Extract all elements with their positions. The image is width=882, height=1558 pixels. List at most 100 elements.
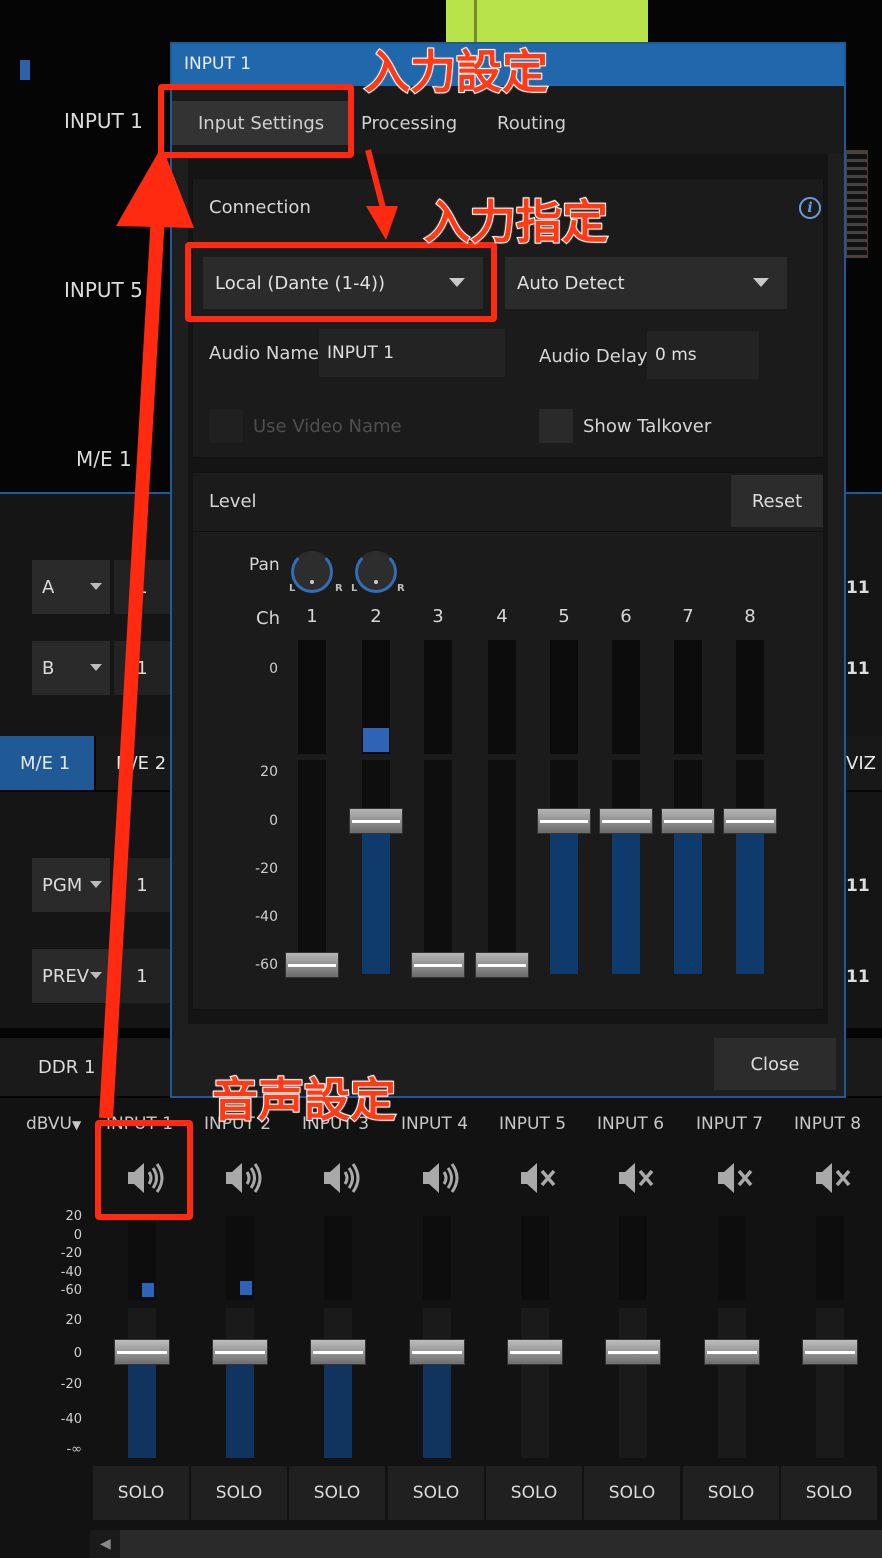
scrollbar-thumb[interactable]	[120, 1530, 882, 1558]
channel-fader-fill	[550, 833, 578, 974]
horizontal-scrollbar[interactable]	[90, 1530, 882, 1558]
fader-scale-label: -60	[255, 957, 278, 973]
channel-fader-handle[interactable]	[599, 808, 653, 834]
channel-fader-handle[interactable]	[723, 808, 777, 834]
bus-a-right-value: 11	[846, 578, 870, 598]
level-heading: Level	[209, 490, 257, 512]
pan-label: Pan	[249, 555, 280, 575]
meter-scale-label: -20	[60, 1246, 82, 1261]
unit-select[interactable]: dBVU▼	[26, 1114, 81, 1134]
auto-detect-dropdown[interactable]: Auto Detect	[505, 257, 787, 309]
prev-right-value: 11	[846, 967, 870, 987]
bus-b-select[interactable]: B	[32, 641, 110, 695]
speaker-icon[interactable]	[318, 1158, 364, 1198]
speaker-icon[interactable]	[417, 1158, 463, 1198]
bus-b-label: B	[42, 657, 55, 679]
fader-scale-label: 0	[73, 1346, 82, 1361]
fader-scale-label: -∞	[66, 1442, 82, 1457]
channel-peak-indicator	[363, 728, 389, 752]
mixer-fader-handle[interactable]	[507, 1339, 563, 1365]
speaker-muted-icon[interactable]	[810, 1158, 856, 1198]
speaker-muted-icon[interactable]	[515, 1158, 561, 1198]
pan-knob-2[interactable]	[355, 551, 397, 593]
input-row-label-2: INPUT 5	[64, 278, 143, 302]
speaker-muted-icon[interactable]	[613, 1158, 659, 1198]
bus-a-value[interactable]: 1	[114, 560, 170, 614]
channel-fader-handle[interactable]	[411, 952, 465, 978]
pan-right-mark: R	[335, 583, 343, 594]
use-video-name-checkbox[interactable]	[209, 409, 243, 443]
tab-processing[interactable]: Processing	[361, 101, 457, 145]
chevron-down-icon	[753, 278, 769, 287]
mixer-fader-fill	[423, 1364, 451, 1458]
annotation-input-settings: 入力設定	[363, 44, 549, 100]
audio-delay-field[interactable]: 0 ms	[647, 331, 759, 379]
pgm-value[interactable]: 1	[114, 858, 170, 912]
solo-button[interactable]: SOLO	[388, 1466, 484, 1520]
mixer-fader-handle[interactable]	[212, 1339, 268, 1365]
info-icon[interactable]: i	[799, 197, 821, 219]
channel-level-meter	[674, 640, 702, 754]
mixer-fader-handle[interactable]	[802, 1339, 858, 1365]
connection-heading: Connection	[209, 196, 311, 218]
solo-button[interactable]: SOLO	[93, 1466, 189, 1520]
channel-number: 4	[496, 606, 508, 627]
show-talkover-label: Show Talkover	[583, 416, 712, 437]
prev-select[interactable]: PREV	[32, 949, 110, 1003]
audio-name-label: Audio Name	[209, 343, 319, 364]
channel-fader-fill	[362, 833, 390, 974]
channel-number: 6	[620, 606, 632, 627]
mixer-fader-handle[interactable]	[409, 1339, 465, 1365]
meter-scale-label: 0	[269, 661, 278, 677]
mixer-fader-handle[interactable]	[114, 1339, 170, 1365]
close-button[interactable]: Close	[714, 1038, 836, 1090]
channel-fader-fill	[612, 833, 640, 974]
fader-scale-label: -20	[255, 861, 278, 877]
solo-button[interactable]: SOLO	[584, 1466, 680, 1520]
solo-button[interactable]: SOLO	[781, 1466, 877, 1520]
channel-fader-handle[interactable]	[537, 808, 591, 834]
fader-scale-label: -40	[255, 909, 278, 925]
bus-a-select[interactable]: A	[32, 560, 110, 614]
tab-me-1[interactable]: M/E 1	[0, 736, 94, 790]
show-talkover-checkbox[interactable]	[539, 409, 573, 443]
tab-ddr-1[interactable]: DDR 1	[38, 1057, 95, 1078]
fader-scale-label: -20	[60, 1377, 82, 1392]
bus-b-value[interactable]: 1	[114, 641, 170, 695]
channel-fader-handle[interactable]	[349, 808, 403, 834]
annotation-audio-settings: 音声設定	[211, 1072, 397, 1128]
solo-button[interactable]: SOLO	[486, 1466, 582, 1520]
level-divider	[193, 531, 823, 532]
speaker-icon[interactable]	[220, 1158, 266, 1198]
chevron-down-icon	[90, 972, 102, 979]
unit-label: dBVU	[26, 1114, 73, 1134]
channel-fader-handle[interactable]	[475, 952, 529, 978]
prev-value[interactable]: 1	[114, 949, 170, 1003]
tab-me-2[interactable]: M/E 2	[96, 736, 176, 790]
mixer-level-meter	[324, 1216, 352, 1300]
channel-fader-handle[interactable]	[661, 808, 715, 834]
meter-scale-label: 20	[65, 1209, 82, 1224]
channel-fader-handle[interactable]	[285, 952, 339, 978]
speaker-muted-icon[interactable]	[712, 1158, 758, 1198]
pan-knob-1[interactable]	[291, 551, 333, 593]
mixer-level-meter	[521, 1216, 549, 1300]
channel-number: 5	[558, 606, 570, 627]
chevron-down-icon: ▼	[72, 1118, 82, 1132]
tab-routing[interactable]: Routing	[497, 101, 566, 145]
scroll-left-icon[interactable]: ◀	[100, 1536, 111, 1552]
channel-fader-fill	[674, 833, 702, 974]
solo-button[interactable]: SOLO	[289, 1466, 385, 1520]
audio-name-field[interactable]: INPUT 1	[319, 329, 505, 377]
pgm-select[interactable]: PGM	[32, 858, 110, 912]
channel-level-meter	[612, 640, 640, 754]
solo-button[interactable]: SOLO	[683, 1466, 779, 1520]
mixer-fader-handle[interactable]	[310, 1339, 366, 1365]
mixer-fader-handle[interactable]	[704, 1339, 760, 1365]
reset-button[interactable]: Reset	[731, 475, 823, 527]
solo-button[interactable]: SOLO	[191, 1466, 287, 1520]
mixer-fader-handle[interactable]	[605, 1339, 661, 1365]
tab-viz[interactable]: VIZ	[846, 736, 882, 790]
channel-fader-fill	[736, 833, 764, 974]
channel-number: 7	[682, 606, 694, 627]
